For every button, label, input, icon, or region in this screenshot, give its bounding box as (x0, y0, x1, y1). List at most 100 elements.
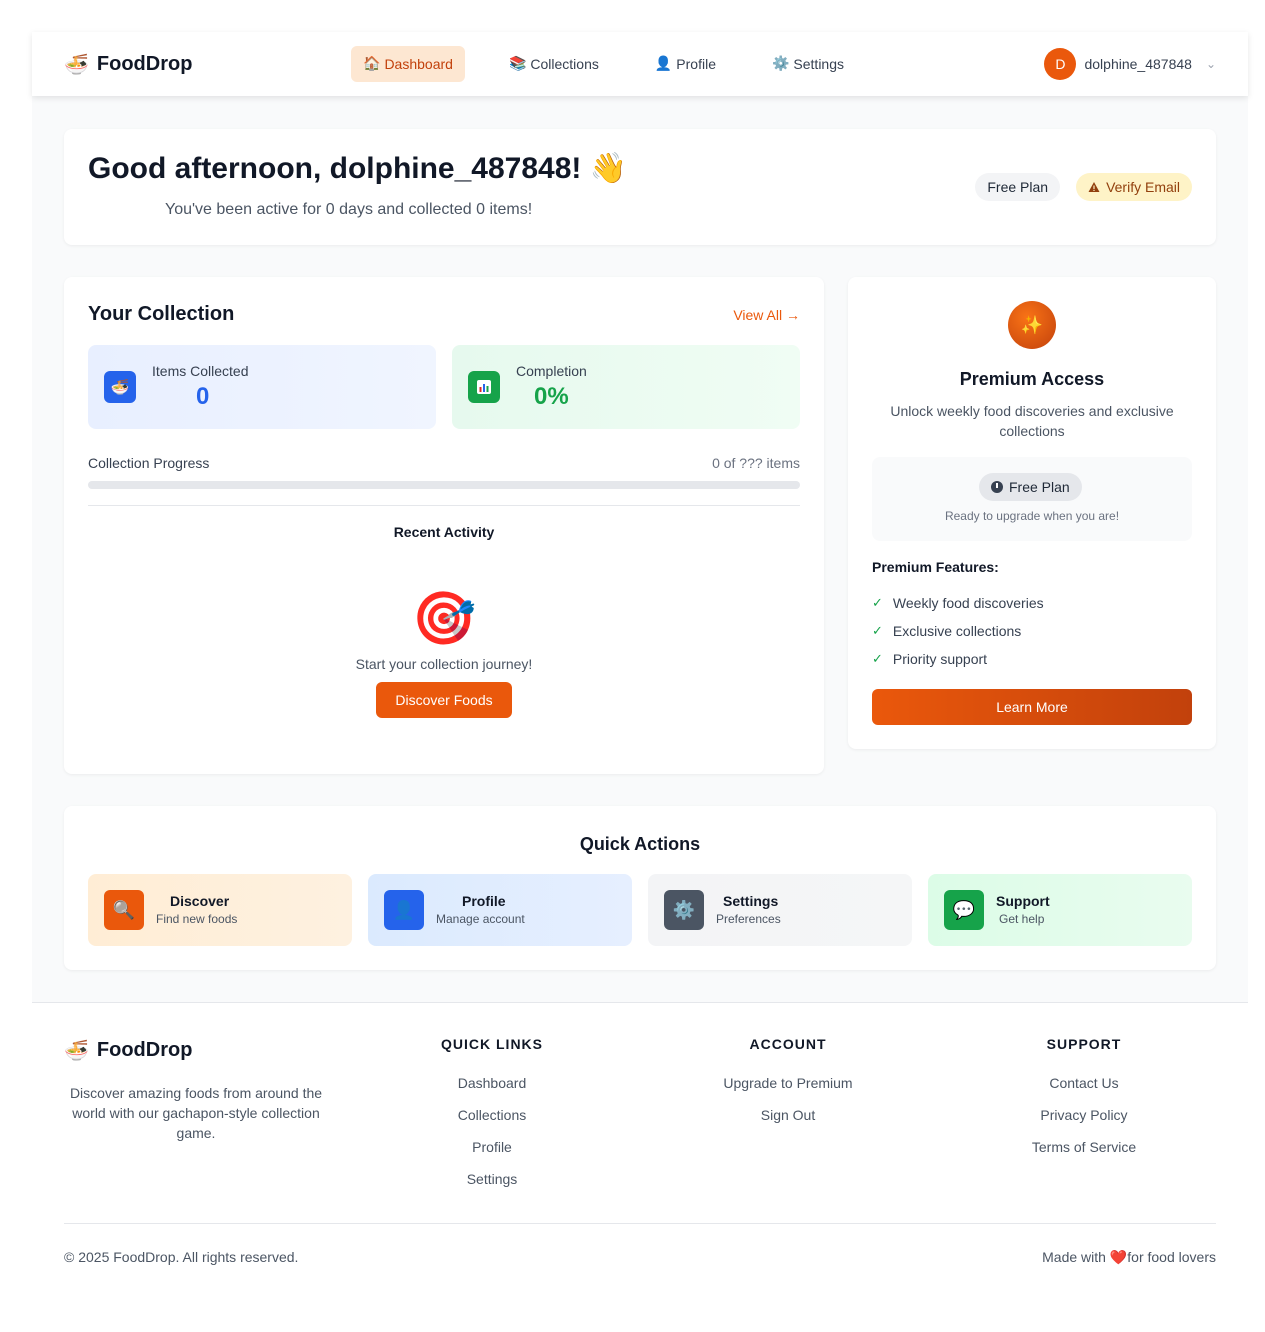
check-icon: ✓ (872, 595, 883, 610)
premium-features-title: Premium Features: (872, 559, 999, 575)
tile-subtitle: Manage account (436, 912, 525, 926)
status-badges: Free Plan Verify Email (975, 173, 1192, 201)
view-all-link[interactable]: View All → (733, 307, 800, 323)
nav-label: Dashboard (384, 56, 453, 72)
feature-label: Priority support (892, 651, 988, 667)
footer-link-upgrade[interactable]: Upgrade to Premium (668, 1074, 908, 1106)
tile-title: Profile (462, 893, 506, 909)
waving-hand-icon: 👋 (589, 151, 628, 186)
check-icon: ✓ (872, 623, 883, 638)
quick-actions-title: Quick Actions (579, 834, 701, 854)
tile-subtitle: Preferences (716, 912, 781, 926)
premium-description: Unlock weekly food discoveries and exclu… (890, 403, 1174, 439)
premium-title: Premium Access (959, 369, 1105, 389)
list-item: ✓ Exclusive collections (872, 617, 1044, 645)
footer-link-terms[interactable]: Terms of Service (964, 1138, 1204, 1170)
verify-email-label: Verify Email (1106, 179, 1180, 195)
made-with-suffix: for food lovers (1127, 1249, 1216, 1265)
main-nav: 🏠 Dashboard 📚 Collections 👤 Profile ⚙️ S… (351, 46, 888, 82)
bar-chart-icon (468, 371, 500, 403)
footer-brand-name: FoodDrop (96, 1038, 193, 1061)
made-with-prefix: Made with (1042, 1249, 1110, 1265)
books-icon: 📚 (508, 56, 527, 72)
gear-icon: ⚙️ (771, 56, 790, 72)
progress-count: 0 of ??? items (712, 455, 800, 471)
footer-link-sign-out[interactable]: Sign Out (668, 1106, 908, 1138)
quick-action-settings[interactable]: ⚙️ Settings Preferences (648, 874, 912, 946)
greeting-title: Good afternoon, dolphine_487848! 👋 (88, 151, 627, 186)
feature-label: Weekly food discoveries (892, 595, 1044, 611)
tile-subtitle: Get help (999, 912, 1045, 926)
quick-action-profile[interactable]: 👤 Profile Manage account (368, 874, 632, 946)
footer-divider (32, 1002, 1248, 1003)
greeting-text: Good afternoon, dolphine_487848! (88, 152, 582, 185)
collection-title: Your Collection (88, 303, 235, 325)
user-icon: 👤 (654, 56, 673, 72)
tile-title: Support (996, 893, 1050, 909)
nav-profile[interactable]: 👤 Profile (643, 46, 728, 82)
completion-value: 0% (534, 383, 569, 410)
check-icon: ✓ (872, 651, 883, 666)
nav-settings[interactable]: ⚙️ Settings (760, 46, 856, 82)
items-collected-value: 0 (196, 383, 210, 410)
chevron-down-icon: ⌄ (1205, 57, 1216, 71)
quick-action-support[interactable]: 💬 Support Get help (928, 874, 1192, 946)
current-plan-box: Free Plan Ready to upgrade when you are! (872, 457, 1192, 541)
footer-link-contact[interactable]: Contact Us (964, 1074, 1204, 1106)
footer-link-dashboard[interactable]: Dashboard (372, 1074, 612, 1106)
nav-dashboard[interactable]: 🏠 Dashboard (351, 46, 465, 82)
brand-logo[interactable]: 🍜 FoodDrop (64, 52, 192, 76)
premium-features-list: ✓ Weekly food discoveries ✓ Exclusive coll… (872, 589, 1044, 673)
footer-link-settings[interactable]: Settings (372, 1170, 612, 1202)
user-icon: 👤 (384, 890, 424, 930)
footer-quick-links: QUICK LINKS Dashboard Collections Profil… (372, 1036, 612, 1202)
avatar: D (1044, 48, 1077, 80)
target-icon: 🎯 (411, 589, 477, 649)
progress-label: Collection Progress (88, 455, 210, 471)
items-collected-label: Items Collected (152, 363, 249, 379)
discover-foods-button[interactable]: Discover Foods (376, 682, 512, 718)
username: dolphine_487848 (1084, 56, 1192, 72)
user-menu[interactable]: D dolphine_487848 ⌄ (1044, 48, 1216, 80)
noodle-bowl-icon: 🍜 (64, 52, 89, 76)
premium-card: ✨ Premium Access Unlock weekly food disc… (848, 277, 1216, 749)
top-navbar: 🍜 FoodDrop 🏠 Dashboard 📚 Collections 👤 P… (32, 32, 1248, 96)
nav-label: Settings (793, 56, 845, 72)
quick-action-discover[interactable]: 🔍 Discover Find new foods (88, 874, 352, 946)
completion-label: Completion (516, 363, 587, 379)
divider (88, 505, 800, 506)
plan-pill-label: Free Plan (1009, 479, 1070, 495)
quick-actions-card: Quick Actions 🔍 Discover Find new foods … (64, 806, 1216, 970)
collection-card: Your Collection View All → 🍜 Items Colle… (64, 277, 824, 774)
footer-account: ACCOUNT Upgrade to Premium Sign Out (668, 1036, 908, 1138)
warning-icon (1088, 182, 1100, 192)
footer-support: SUPPORT Contact Us Privacy Policy Terms … (964, 1036, 1204, 1170)
items-collected-stat: 🍜 Items Collected 0 (88, 345, 436, 429)
verify-email-badge[interactable]: Verify Email (1076, 173, 1192, 201)
list-item: ✓ Weekly food discoveries (872, 589, 1044, 617)
sparkles-icon: ✨ (1008, 301, 1056, 349)
empty-state-text: Start your collection journey! (355, 656, 533, 672)
clock-icon (991, 481, 1003, 493)
greeting-card: Good afternoon, dolphine_487848! 👋 You'v… (64, 129, 1216, 245)
footer-column-title: SUPPORT (1046, 1036, 1122, 1052)
nav-label: Profile (676, 56, 716, 72)
footer-description: Discover amazing foods from around the w… (69, 1085, 323, 1141)
upgrade-hint: Ready to upgrade when you are! (944, 509, 1120, 523)
nav-collections[interactable]: 📚 Collections (497, 46, 611, 82)
footer-link-profile[interactable]: Profile (372, 1138, 612, 1170)
speech-bubble-icon: 💬 (944, 890, 984, 930)
learn-more-button[interactable]: Learn More (872, 689, 1192, 725)
footer-link-collections[interactable]: Collections (372, 1106, 612, 1138)
tile-subtitle: Find new foods (156, 912, 238, 926)
recent-activity-title: Recent Activity (393, 524, 495, 540)
plan-pill: Free Plan (979, 473, 1082, 501)
greeting-subtitle: You've been active for 0 days and collec… (165, 201, 533, 218)
tile-title: Settings (723, 893, 779, 909)
noodle-bowl-icon: 🍜 (64, 1038, 89, 1062)
footer-link-privacy[interactable]: Privacy Policy (964, 1106, 1204, 1138)
nav-label: Collections (530, 56, 599, 72)
house-icon: 🏠 (363, 56, 381, 72)
footer-column-title: QUICK LINKS (441, 1036, 543, 1052)
bowl-icon: 🍜 (104, 371, 136, 403)
